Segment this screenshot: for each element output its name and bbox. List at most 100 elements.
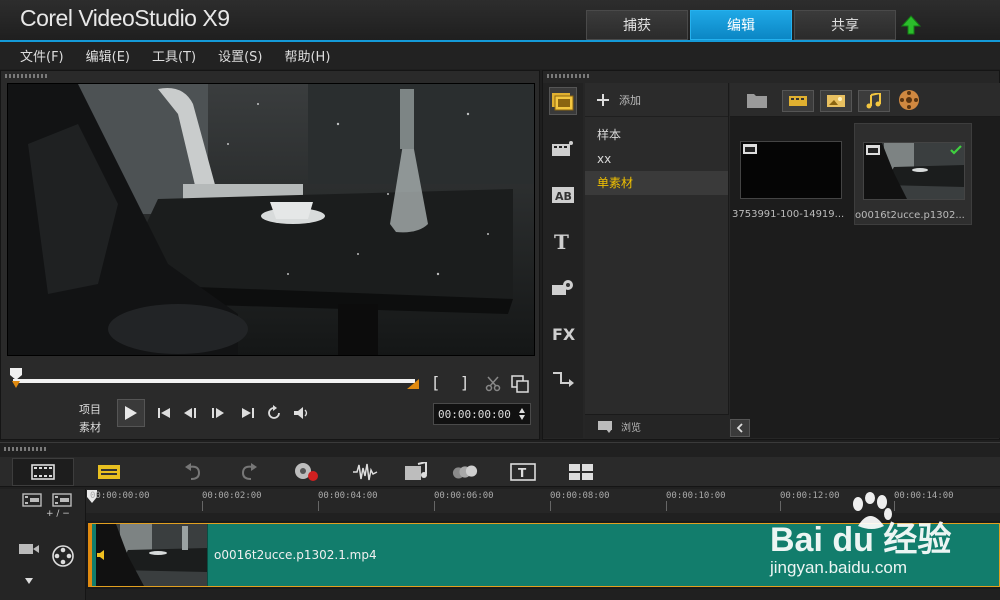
folder-item-xx[interactable]: xx <box>585 147 728 171</box>
subtitle-editor-button[interactable]: T <box>510 462 536 482</box>
browse-button[interactable]: 浏览 <box>585 414 729 438</box>
ruler-label: 00:00:10:00 <box>666 491 726 501</box>
title-icon: T <box>554 231 569 251</box>
timeline-view-button[interactable] <box>78 458 140 486</box>
show-photos-button[interactable] <box>820 90 852 112</box>
mark-in-button[interactable]: [ <box>433 373 439 392</box>
mode-project[interactable]: 项目 <box>79 401 101 419</box>
ruler-label: 00:00:00:00 <box>90 491 150 501</box>
motion-tracking-button[interactable] <box>452 462 478 482</box>
add-folder-button[interactable]: 添加 <box>585 83 728 117</box>
graphic-tool[interactable] <box>549 273 577 301</box>
volume-button[interactable] <box>291 403 313 423</box>
multi-camera-button[interactable] <box>568 462 594 482</box>
timecode-spinner-icon[interactable] <box>518 407 526 421</box>
redo-button[interactable] <box>236 462 262 482</box>
reel-icon[interactable] <box>898 89 920 111</box>
ruler-tick <box>666 501 667 511</box>
tab-edit[interactable]: 编辑 <box>690 10 792 40</box>
chapter-point-icon[interactable] <box>52 493 72 507</box>
enlarge-preview-icon[interactable] <box>511 375 529 393</box>
transition-tool[interactable]: AB <box>549 181 577 209</box>
title-bar: Corel VideoStudio X9 捕获 编辑 共享 <box>0 0 1000 41</box>
record-capture-button[interactable] <box>294 462 320 482</box>
track-header: + / − <box>0 489 86 600</box>
auto-music-button[interactable] <box>404 462 430 482</box>
film-reel-icon[interactable] <box>52 545 74 567</box>
title-tool[interactable]: T <box>549 227 577 255</box>
watermark-url: jingyan.baidu.com <box>770 558 908 577</box>
storyboard-view-button[interactable] <box>12 458 74 486</box>
transition-icon: AB <box>552 187 574 203</box>
thumbnail-caption: o0016t2ucce.p1302... <box>855 210 965 221</box>
menu-edit[interactable]: 编辑(E) <box>86 46 130 65</box>
volume-icon <box>294 407 308 419</box>
menu-tools[interactable]: 工具(T) <box>152 46 196 65</box>
next-frame-button[interactable] <box>207 403 229 423</box>
clip-thumbnail-art <box>96 524 207 586</box>
library-thumbnail-selected[interactable]: o0016t2ucce.p1302... <box>854 123 972 225</box>
mode-clip[interactable]: 素材 <box>79 419 101 437</box>
menu-help[interactable]: 帮助(H) <box>284 46 330 65</box>
subtitle-icon: T <box>510 463 536 481</box>
scrub-track[interactable] <box>13 379 415 383</box>
home-button[interactable] <box>153 403 175 423</box>
upgrade-arrow-icon[interactable] <box>900 14 922 36</box>
music-note-icon <box>866 93 881 109</box>
undo-button[interactable] <box>180 462 206 482</box>
repeat-button[interactable] <box>263 403 285 423</box>
auto-music-icon <box>405 462 427 480</box>
timecode-field[interactable]: 00:00:00:00 <box>433 403 531 425</box>
ruler-label: 00:00:02:00 <box>202 491 262 501</box>
trim-out-marker[interactable] <box>407 379 419 389</box>
library-scroll-left[interactable] <box>730 419 750 437</box>
chevron-left-icon <box>736 423 743 433</box>
ruler-label: 00:00:08:00 <box>550 491 610 501</box>
chevron-down-icon[interactable] <box>24 577 34 585</box>
video-track-icon <box>19 544 39 554</box>
filter-icon: FX <box>552 325 575 343</box>
library-grip[interactable] <box>547 74 591 78</box>
baidu-watermark: Bai du 经验 jingyan.baidu.com <box>770 492 1000 582</box>
video-badge-icon <box>866 145 880 155</box>
playback-controls: 项目 素材 00:00:00:00 <box>1 395 541 435</box>
end-button[interactable] <box>237 403 259 423</box>
library-panel: AB T FX 添加 样本 xx 单素材 浏览 3753991-100-1491… <box>542 70 1000 440</box>
instant-project-tool[interactable] <box>549 135 577 163</box>
path-tool[interactable] <box>549 365 577 393</box>
library-thumbnail[interactable]: 3753991-100-14919... <box>732 123 850 225</box>
folder-item-single-clip[interactable]: 单素材 <box>585 171 728 195</box>
menu-settings[interactable]: 设置(S) <box>218 46 262 65</box>
thumbnail-caption: 3753991-100-14919... <box>732 209 845 220</box>
timeline-grip[interactable] <box>4 447 48 451</box>
svg-text:T: T <box>518 466 527 480</box>
redo-icon <box>241 463 257 480</box>
app-brand: Corel VideoStudio X9 <box>20 5 230 31</box>
track-manager-icon[interactable] <box>22 493 42 507</box>
tab-share[interactable]: 共享 <box>794 10 896 40</box>
video-frame-image <box>8 84 534 355</box>
media-tool[interactable] <box>549 87 577 115</box>
playhead-handle[interactable] <box>9 367 23 389</box>
clip-name: o0016t2ucce.p1302.1.mp4 <box>214 548 377 562</box>
app-window: Corel VideoStudio X9 捕获 编辑 共享 文件(F) 编辑(E… <box>0 0 1000 600</box>
play-button[interactable] <box>117 399 145 427</box>
scissors-icon[interactable] <box>485 376 501 392</box>
add-label: 添加 <box>619 93 641 107</box>
menu-file[interactable]: 文件(F) <box>20 46 64 65</box>
zoom-control[interactable]: + / − <box>46 509 70 519</box>
preview-scrubber[interactable] <box>9 367 419 391</box>
previous-frame-button[interactable] <box>179 403 201 423</box>
mark-out-button[interactable]: ] <box>461 373 467 392</box>
ruler-tick <box>318 501 319 511</box>
folder-icon[interactable] <box>746 91 768 109</box>
sound-mixer-button[interactable] <box>352 462 378 482</box>
filter-tool[interactable]: FX <box>549 319 577 347</box>
folder-item-samples[interactable]: 样本 <box>585 123 728 147</box>
show-audio-button[interactable] <box>858 90 890 112</box>
panel-grip[interactable] <box>5 74 49 78</box>
tab-capture[interactable]: 捕获 <box>586 10 688 40</box>
repeat-icon <box>268 405 280 419</box>
show-videos-button[interactable] <box>782 90 814 112</box>
media-icon <box>552 93 574 111</box>
